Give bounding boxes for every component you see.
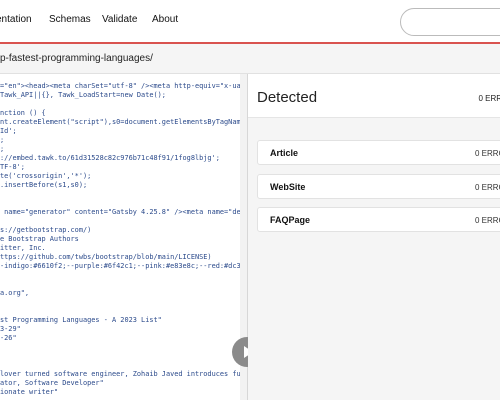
nav-schemas-link[interactable]: Schemas xyxy=(49,14,91,25)
code-line: 3-29" xyxy=(0,325,21,333)
code-line: te('crossorigin','*'); xyxy=(0,172,92,180)
results-header: Detected 0 ERR xyxy=(248,74,500,118)
result-item-count: 0 ERRO xyxy=(475,183,500,192)
nav-documentation-link[interactable]: entation xyxy=(0,14,32,25)
nav-validate-link[interactable]: Validate xyxy=(102,14,137,25)
code-line: s://getbootstrap.com/) xyxy=(0,226,92,234)
url-text: p-fastest-programming-languages/ xyxy=(0,53,153,64)
code-line: ; xyxy=(0,136,5,144)
code-line: e Bootstrap Authors xyxy=(0,235,79,243)
search-input[interactable] xyxy=(400,8,500,36)
result-item-faqpage[interactable]: FAQPage 0 ERRO xyxy=(257,207,500,232)
code-line: nt.createElement("script"),s0=document.g… xyxy=(0,118,248,126)
results-error-count: 0 ERR xyxy=(478,94,500,103)
result-item-name: Article xyxy=(270,148,299,158)
result-item-website[interactable]: WebSite 0 ERRO xyxy=(257,174,500,199)
code-line: -indigo:#6610f2;--purple:#6f42c1;--pink:… xyxy=(0,262,248,270)
code-line: ://embed.tawk.to/61d31528c82c976b71c48f9… xyxy=(0,154,220,162)
result-item-name: FAQPage xyxy=(270,215,311,225)
code-line: st Programming Languages - A 2023 List" xyxy=(0,316,162,324)
result-item-name: WebSite xyxy=(270,182,306,192)
code-line: Tawk_API||{}, Tawk_LoadStart=new Date(); xyxy=(0,91,166,99)
nav-about-link[interactable]: About xyxy=(152,14,178,25)
code-line: ator, Software Developer" xyxy=(0,379,104,387)
result-item-count: 0 ERRO xyxy=(475,149,500,158)
code-line: itter, Inc. xyxy=(0,244,46,252)
code-line: ttps://github.com/twbs/bootstrap/blob/ma… xyxy=(0,253,212,261)
code-line: TF-8'; xyxy=(0,163,25,171)
code-line: nction () { xyxy=(0,109,46,117)
results-title: Detected xyxy=(257,89,318,106)
code-line: ; xyxy=(0,145,5,153)
results-panel: Detected 0 ERR Article 0 ERRO WebSite 0 … xyxy=(248,74,500,400)
code-line: Id'; xyxy=(0,127,17,135)
code-line: lover turned software engineer, Zohaib J… xyxy=(0,370,248,378)
code-line: name="generator" content="Gatsby 4.25.8"… xyxy=(0,208,248,216)
code-line: ="en"><head><meta charSet="utf-8" /><met… xyxy=(0,82,248,90)
result-item-article[interactable]: Article 0 ERRO xyxy=(257,140,500,165)
top-navigation: entation Schemas Validate About xyxy=(0,0,500,44)
code-line: a.org", xyxy=(0,289,30,297)
result-item-count: 0 ERRO xyxy=(475,216,500,225)
url-bar: p-fastest-programming-languages/ xyxy=(0,44,500,74)
code-line: .insertBefore(s1,s0); xyxy=(0,181,88,189)
code-line: -26" xyxy=(0,334,17,342)
code-line: ionate writer" xyxy=(0,388,59,396)
source-code-panel[interactable]: ="en"><head><meta charSet="utf-8" /><met… xyxy=(0,74,248,400)
